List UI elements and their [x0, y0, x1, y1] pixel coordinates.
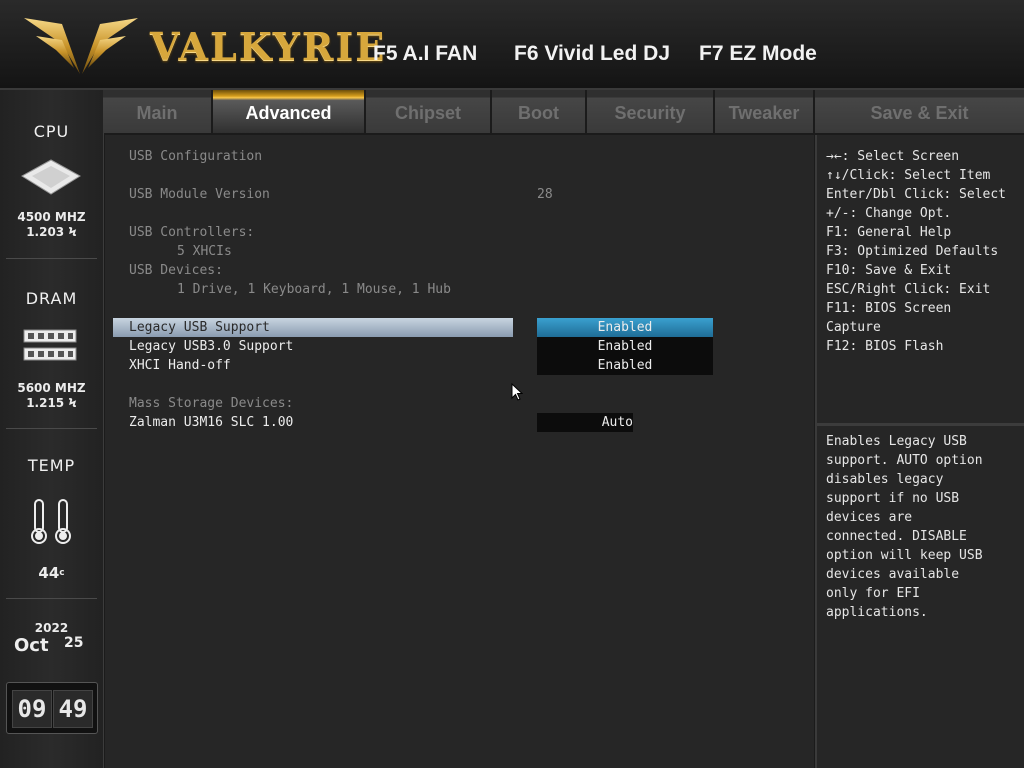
hardware-monitor-sidebar: CPU 4500 MHZ 1.203 Ϟ DRAM 5600 MHZ 1.215… [0, 90, 104, 768]
usb-module-version-value: 28 [537, 187, 553, 202]
help-key-line: ↑↓/Click: Select Item [826, 168, 991, 183]
usb-module-version-label: USB Module Version [129, 187, 270, 202]
usb-devices-value: 1 Drive, 1 Keyboard, 1 Mouse, 1 Hub [177, 282, 451, 297]
date-day: 25 [64, 635, 84, 651]
help-description-line: option will keep USB [826, 548, 983, 563]
help-key-line: ESC/Right Click: Exit [826, 282, 991, 297]
dram-title: DRAM [25, 289, 78, 308]
sidebar-divider [6, 598, 97, 599]
help-key-line: →←: Select Screen [826, 149, 960, 164]
help-description-line: support. AUTO option [826, 453, 983, 468]
clock-minute: 49 [53, 690, 93, 728]
header: VALKYRIE F5 A.I FAN F6 Vivid Led DJ F7 E… [0, 0, 1024, 90]
ez-mode-hotkey[interactable]: F7 EZ Mode [699, 42, 817, 66]
brand-logo-text: VALKYRIE [150, 24, 387, 69]
mouse-cursor-icon [511, 383, 523, 401]
help-panel: →←: Select Screen ↑↓/Click: Select Item … [815, 135, 1024, 768]
tab-security[interactable]: Security [587, 90, 715, 133]
legacy-usb-support-value[interactable]: Enabled [537, 318, 713, 337]
help-description-line: connected. DISABLE [826, 529, 967, 544]
help-key-line: F12: BIOS Flash [826, 339, 944, 354]
ai-fan-hotkey[interactable]: F5 A.I FAN [373, 42, 477, 66]
help-key-line: Enter/Dbl Click: Select [826, 187, 1007, 202]
cpu-voltage-row: 1.203 Ϟ [0, 225, 103, 240]
help-key-line: F1: General Help [826, 225, 952, 240]
dram-voltage: 1.215 [26, 396, 65, 410]
date-month: Oct [14, 635, 49, 656]
sidebar-divider [6, 428, 97, 429]
help-description-line: devices available [826, 567, 960, 582]
tab-main[interactable]: Main [103, 90, 213, 133]
voltage-bolt-icon: Ϟ [68, 225, 77, 239]
sidebar-divider [6, 258, 97, 259]
clock-display: 09 49 [6, 682, 98, 734]
tab-advanced[interactable]: Advanced [213, 90, 366, 133]
voltage-bolt-icon: Ϟ [68, 396, 77, 410]
tab-bar: Main Advanced Chipset Boot Security Twea… [103, 90, 1024, 133]
mass-storage-device-label[interactable]: Zalman U3M16 SLC 1.00 [129, 413, 293, 432]
help-key-line: +/-: Change Opt. [826, 206, 952, 221]
temp-row: 44c [0, 566, 103, 581]
help-description-line: devices are [826, 510, 913, 525]
thermometer-icon [31, 499, 71, 544]
help-description-line: Enables Legacy USB [826, 434, 967, 449]
help-key-line: Capture [826, 320, 881, 335]
temp-value: 44 [38, 564, 60, 582]
vivid-led-dj-hotkey[interactable]: F6 Vivid Led DJ [514, 42, 670, 66]
legacy-usb-support-label[interactable]: Legacy USB Support [129, 318, 270, 337]
mass-storage-device-value[interactable]: Auto [537, 413, 633, 432]
cpu-title: CPU [33, 122, 70, 141]
xhci-hand-off-value[interactable]: Enabled [537, 356, 713, 375]
legacy-usb3-support-label[interactable]: Legacy USB3.0 Support [129, 337, 293, 356]
mass-storage-label: Mass Storage Devices: [129, 396, 294, 411]
section-title: USB Configuration [129, 149, 263, 164]
valkyrie-wing-logo-icon [24, 18, 138, 74]
help-description-line: only for EFI [826, 586, 920, 601]
temp-unit: c [59, 568, 65, 578]
dram-frequency: 5600 MHZ [17, 381, 86, 395]
help-description-line: applications. [826, 605, 928, 620]
cpu-frequency: 4500 MHZ [17, 210, 86, 224]
help-key-line: F11: BIOS Screen [826, 301, 952, 316]
xhci-hand-off-label[interactable]: XHCI Hand-off [129, 356, 231, 375]
help-description-line: disables legacy [826, 472, 944, 487]
dram-voltage-row: 1.215 Ϟ [0, 396, 103, 411]
help-key-line: F3: Optimized Defaults [826, 244, 999, 259]
legacy-usb3-support-value[interactable]: Enabled [537, 337, 713, 356]
cpu-voltage: 1.203 [26, 225, 65, 239]
help-divider [817, 423, 1024, 426]
tab-save-exit[interactable]: Save & Exit [815, 90, 1024, 133]
date-year: 2022 [34, 621, 69, 635]
usb-devices-label: USB Devices: [129, 263, 223, 278]
usb-controllers-label: USB Controllers: [129, 225, 255, 240]
help-description-line: support if no USB [826, 491, 960, 506]
tab-chipset[interactable]: Chipset [366, 90, 492, 133]
temp-title: TEMP [27, 456, 76, 475]
clock-hour: 09 [12, 690, 52, 728]
help-key-line: F10: Save & Exit [826, 263, 952, 278]
dram-module-icon [23, 329, 77, 361]
usb-configuration-panel: USB Configuration USB Module Version 28 … [105, 135, 814, 768]
cpu-chip-icon [21, 159, 81, 195]
tab-boot[interactable]: Boot [492, 90, 587, 133]
tab-tweaker[interactable]: Tweaker [715, 90, 815, 133]
usb-controllers-value: 5 XHCIs [177, 244, 232, 259]
